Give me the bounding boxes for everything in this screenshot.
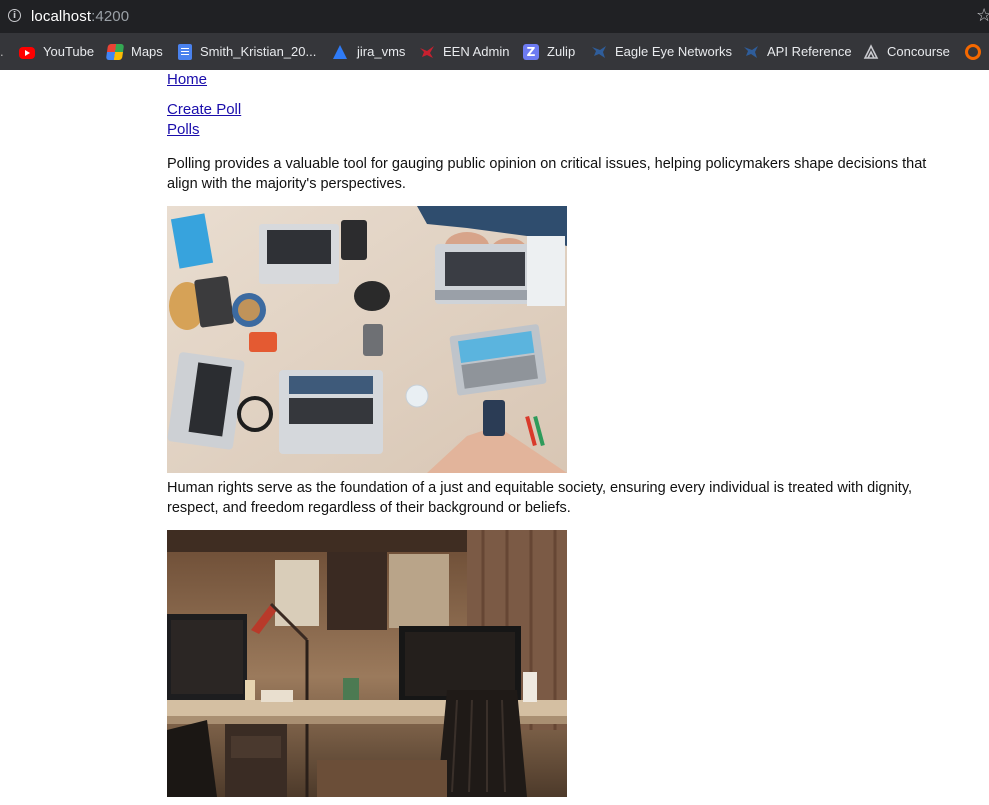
jira-icon bbox=[333, 44, 347, 59]
bookmark-label: Concourse bbox=[887, 44, 950, 59]
bookmark-maps[interactable]: Maps bbox=[105, 33, 163, 70]
bookmark-eagle-eye[interactable]: Eagle Eye Networks bbox=[591, 33, 732, 70]
office-interior-photo bbox=[167, 530, 567, 797]
een-icon bbox=[419, 44, 435, 60]
bookmark-grafana[interactable] bbox=[965, 33, 989, 70]
bookmark-label: jira_vms bbox=[357, 44, 406, 59]
grafana-icon bbox=[965, 43, 981, 60]
site-info-icon[interactable]: i bbox=[8, 9, 21, 22]
bookmark-label: Eagle Eye Networks bbox=[615, 44, 733, 59]
url-field[interactable]: localhost:4200 bbox=[31, 8, 129, 25]
bookmark-label: API Reference bbox=[767, 44, 852, 59]
bookmarks-bar: . YouTube Maps Smith_Kristian_20... jira… bbox=[0, 33, 989, 70]
bookmark-star-icon[interactable]: ☆ bbox=[976, 5, 989, 26]
youtube-icon bbox=[19, 46, 35, 59]
address-bar[interactable]: i localhost:4200 ☆ bbox=[0, 0, 989, 33]
bookmark-concourse[interactable]: Concourse bbox=[863, 33, 950, 70]
doc-icon bbox=[178, 43, 192, 60]
eagle-eye-icon bbox=[591, 44, 607, 60]
bookmarks-overflow-dot: . bbox=[0, 44, 4, 59]
desk-laptops-photo bbox=[167, 206, 567, 473]
bookmark-label: YouTube bbox=[43, 44, 95, 59]
bookmark-api-reference[interactable]: API Reference bbox=[743, 33, 852, 70]
bookmark-zulip[interactable]: Z Zulip bbox=[523, 33, 575, 70]
bookmark-youtube[interactable]: YouTube bbox=[19, 33, 94, 70]
nav-link-create-poll[interactable]: Create Poll bbox=[167, 100, 241, 120]
api-icon bbox=[743, 44, 759, 60]
concourse-icon bbox=[863, 43, 879, 60]
url-host: localhost bbox=[31, 8, 92, 25]
bookmark-label: Zulip bbox=[547, 44, 576, 59]
bookmark-jira[interactable]: jira_vms bbox=[333, 33, 405, 70]
maps-icon bbox=[105, 43, 125, 60]
bookmark-een-admin[interactable]: EEN Admin bbox=[419, 33, 509, 70]
bookmark-label: EEN Admin bbox=[443, 44, 510, 59]
bookmark-label: Maps bbox=[131, 44, 163, 59]
bookmark-smith-doc[interactable]: Smith_Kristian_20... bbox=[178, 33, 316, 70]
url-port: :4200 bbox=[91, 8, 130, 25]
nav-link-home[interactable]: Home bbox=[167, 70, 207, 90]
nav-link-polls[interactable]: Polls bbox=[167, 120, 200, 140]
zulip-icon: Z bbox=[523, 43, 539, 60]
human-rights-paragraph: Human rights serve as the foundation of … bbox=[167, 480, 913, 516]
polling-paragraph: Polling provides a valuable tool for gau… bbox=[167, 156, 927, 192]
bookmark-label: Smith_Kristian_20... bbox=[200, 44, 317, 59]
